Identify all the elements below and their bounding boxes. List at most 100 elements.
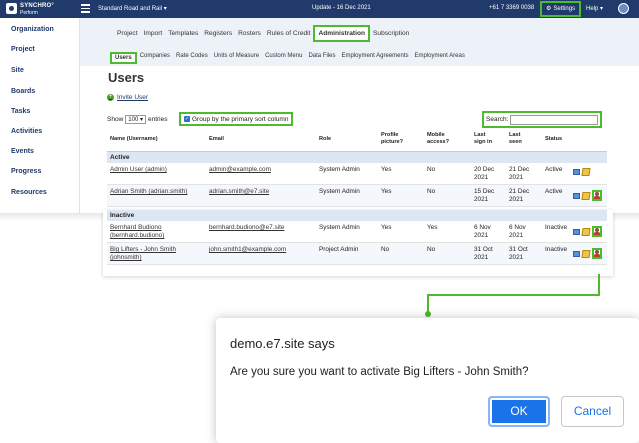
sidebar-item-resources[interactable]: Resources [11, 189, 47, 196]
tab-registers[interactable]: Registers [201, 28, 235, 42]
user-last-sign-in: 6 Nov 2021 [474, 224, 491, 239]
user-last-sign-in: 31 Oct 2021 [474, 246, 493, 261]
col-profile-picture[interactable]: Profile picture? [381, 132, 411, 146]
hamburger-menu-icon[interactable] [81, 4, 90, 13]
user-email-link[interactable]: bernhard.budiono@e7.site [209, 224, 284, 232]
settings-button[interactable]: ⚙ Settings [540, 1, 582, 17]
subtab-custom-menu[interactable]: Custom Menu [262, 52, 305, 64]
sidebar-item-project[interactable]: Project [11, 46, 35, 53]
group-by-checkbox[interactable]: ✓ [184, 116, 190, 122]
row-actions [573, 168, 591, 176]
user-mobile-access: No [427, 166, 436, 173]
row-actions [573, 248, 602, 259]
user-last-seen: 31 Oct 2021 [509, 246, 528, 261]
view-card-icon[interactable] [573, 228, 580, 235]
user-role: System Admin [319, 224, 360, 231]
activate-user-icon[interactable] [592, 226, 602, 237]
user-name-link[interactable]: Bernhard Budiono (bernhard.budiono) [110, 224, 200, 240]
update-notice[interactable]: Update - 16 Dec 2021 [312, 5, 371, 11]
subtab-data-files[interactable]: Data Files [305, 52, 338, 64]
project-selector[interactable]: Standard Road and Rail ▾ [98, 5, 167, 12]
edit-icon[interactable] [581, 168, 591, 176]
search-input[interactable] [510, 114, 599, 125]
gear-icon: ⚙ [546, 6, 552, 12]
subtab-employment-areas[interactable]: Employment Areas [412, 52, 468, 64]
entries-select[interactable]: 100 ▾ [125, 115, 146, 124]
tab-rosters[interactable]: Rosters [235, 28, 264, 42]
group-by-label[interactable]: Group by the primary sort column [192, 116, 288, 123]
tab-rules-of-credit[interactable]: Rules of Credit [264, 28, 314, 42]
invite-user-link[interactable]: + Invite User [107, 94, 148, 101]
tab-import[interactable]: Import [141, 28, 166, 42]
callout-line [598, 274, 600, 296]
view-card-icon[interactable] [573, 192, 580, 199]
help-menu[interactable]: Help ▾ [586, 5, 603, 12]
plus-icon: + [107, 94, 114, 101]
dialog-title: demo.e7.site says [230, 336, 335, 351]
user-status: Active [545, 166, 563, 173]
tab-project[interactable]: Project [114, 28, 141, 42]
user-status: Inactive [545, 224, 568, 231]
user-name-link[interactable]: Admin User (admin) [110, 166, 167, 174]
subtab-employment-agreements[interactable]: Employment Agreements [338, 52, 411, 64]
users-page: Users + Invite User Show 100 ▾ entries ✓… [103, 70, 613, 213]
view-card-icon[interactable] [573, 250, 580, 257]
sidebar-item-progress[interactable]: Progress [11, 168, 41, 175]
edit-icon[interactable] [581, 191, 591, 200]
ok-button[interactable]: OK [488, 396, 550, 427]
user-profile-picture: Yes [381, 166, 392, 173]
tab-administration[interactable]: Administration [313, 25, 371, 42]
sidebar-item-events[interactable]: Events [11, 148, 34, 155]
table-row: Bernhard Budiono (bernhard.budiono) bern… [107, 221, 607, 243]
cancel-button[interactable]: Cancel [561, 396, 624, 427]
subtab-companies[interactable]: Companies [137, 52, 173, 64]
user-profile-picture: No [381, 246, 390, 253]
user-email-link[interactable]: adrian.smith@e7.site [209, 188, 269, 196]
tab-templates[interactable]: Templates [165, 28, 201, 42]
sidebar-item-site[interactable]: Site [11, 67, 24, 74]
avatar[interactable] [618, 3, 629, 14]
user-name-link[interactable]: Adrian Smith (adrian.smith) [110, 188, 187, 196]
deactivate-user-icon[interactable] [592, 190, 602, 201]
settings-label: Settings [553, 6, 576, 12]
col-email[interactable]: Email [209, 136, 224, 143]
users-table: Name (Username) Email Role Profile pictu… [107, 128, 607, 207]
sidebar-item-activities[interactable]: Activities [11, 128, 42, 135]
user-email-link[interactable]: admin@example.com [209, 166, 271, 174]
col-name[interactable]: Name (Username) [110, 136, 158, 143]
col-role[interactable]: Role [319, 136, 331, 143]
edit-icon[interactable] [581, 249, 591, 258]
callout-dot [425, 311, 431, 317]
subtab-users[interactable]: Users [110, 52, 137, 64]
callout-line [427, 294, 600, 296]
sub-tabs: Users Companies Rate Codes Units of Meas… [110, 52, 468, 64]
dialog-message: Are you sure you want to activate Big Li… [230, 366, 529, 378]
view-card-icon[interactable] [573, 169, 580, 175]
user-name-link[interactable]: Big Lifters - John Smith (johnsmith) [110, 246, 200, 262]
user-email-link[interactable]: john.smith1@example.com [209, 246, 286, 254]
synchro-logo[interactable]: SYNCHRO° Perform [6, 2, 62, 16]
tab-subscription[interactable]: Subscription [370, 28, 412, 42]
table-row: Big Lifters - John Smith (johnsmith) joh… [107, 243, 607, 265]
col-status[interactable]: Status [545, 136, 562, 143]
support-phone: +61 7 3369 0038 [489, 5, 535, 11]
logo-mark-icon [6, 3, 17, 14]
activate-user-icon[interactable] [592, 248, 602, 259]
user-status: Active [545, 188, 563, 195]
subtab-units-of-measure[interactable]: Units of Measure [211, 52, 262, 64]
main-tabs: Project Import Templates Registers Roste… [114, 25, 412, 42]
confirm-dialog: demo.e7.site says Are you sure you want … [216, 318, 639, 443]
sidebar-item-organization[interactable]: Organization [11, 26, 54, 33]
user-last-seen: 21 Dec 2021 [509, 188, 530, 203]
col-mobile-access[interactable]: Mobile access? [427, 132, 457, 146]
edit-icon[interactable] [581, 227, 591, 236]
col-last-sign-in[interactable]: Last sign in [474, 132, 498, 146]
sidebar-item-tasks[interactable]: Tasks [11, 108, 30, 115]
invite-user-label: Invite User [117, 94, 149, 101]
sidebar-item-boards[interactable]: Boards [11, 88, 35, 95]
entries-label: entries [147, 116, 168, 123]
subtab-rate-codes[interactable]: Rate Codes [173, 52, 211, 64]
group-active: Active [107, 152, 607, 163]
logo-text: SYNCHRO° [20, 3, 55, 9]
col-last-seen[interactable]: Last seen [509, 132, 533, 146]
